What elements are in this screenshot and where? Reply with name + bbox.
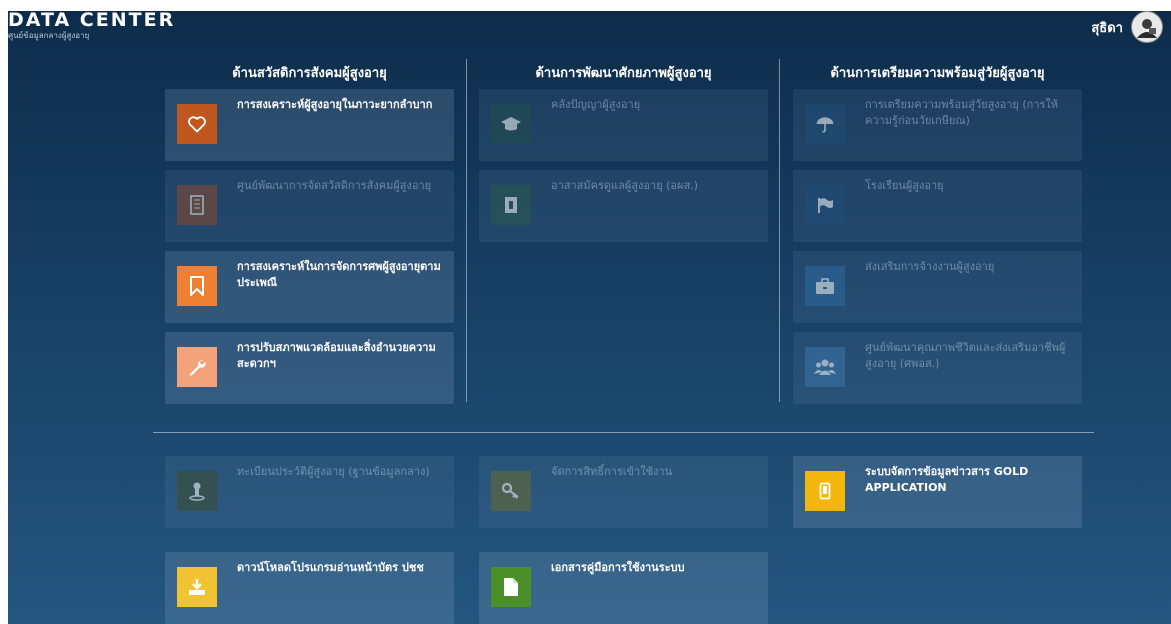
heart-icon — [177, 104, 217, 144]
card-label: ศูนย์พัฒนาการจัดสวัสดิการสังคมผู้สูงอายุ — [237, 179, 432, 192]
brand-logo[interactable]: DATA CENTER ศูนย์ข้อมูลกลางผู้สูงอายุ — [8, 11, 175, 40]
document-icon — [491, 567, 531, 607]
card-elderly-registry[interactable]: ทะเบียนประวัติผู้สูงอายุ (ฐานข้อมูลกลาง) — [165, 456, 454, 528]
briefcase-icon — [805, 266, 845, 306]
section-divider — [153, 432, 1094, 433]
card-gold-application[interactable]: ระบบจัดการข้อมูลข่าวสาร GOLD APPLICATION — [793, 456, 1082, 528]
card-label: การสงเคราะห์ผู้สูงอายุในภาวะยากลำบาก — [237, 98, 433, 111]
card-label: อาสาสมัครดูแลผู้สูงอายุ (อผส.) — [551, 179, 698, 192]
card-label: การสงเคราะห์ในการจัดการศพผู้สูงอายุตามปร… — [237, 260, 441, 289]
card-quality-of-life-center[interactable]: ศูนย์พัฒนาคุณภาพชีวิตและส่งเสริมอาชีพผู้… — [793, 332, 1082, 404]
card-knowledge-bank[interactable]: คลังปัญญาผู้สูงอายุ — [479, 89, 768, 161]
bookmark-icon — [177, 266, 217, 306]
flag-icon — [805, 185, 845, 225]
card-funeral-assistance[interactable]: การสงเคราะห์ในการจัดการศพผู้สูงอายุตามปร… — [165, 251, 454, 323]
card-label: ดาวน์โหลดโปรแกรมอ่านหน้าบัตร ปชช — [237, 561, 424, 574]
card-label: ทะเบียนประวัติผู้สูงอายุ (ฐานข้อมูลกลาง) — [237, 465, 430, 478]
card-label: ส่งเสริมการจ้างงานผู้สูงอายุ — [865, 260, 995, 273]
card-label: ศูนย์พัฒนาคุณภาพชีวิตและส่งเสริมอาชีพผู้… — [865, 341, 1066, 370]
user-menu[interactable]: สุธิดา — [1091, 11, 1163, 43]
card-label: การปรับสภาพแวดล้อมและสิ่งอำนวยความสะดวกฯ — [237, 341, 436, 370]
building-icon — [177, 185, 217, 225]
column-title-preparation: ด้านการเตรียมความพร้อมสู่วัยผู้สูงอายุ — [830, 66, 1045, 81]
card-label: โรงเรียนผู้สูงอายุ — [865, 179, 944, 192]
mobile-icon — [805, 471, 845, 511]
card-elderly-school[interactable]: โรงเรียนผู้สูงอายุ — [793, 170, 1082, 242]
card-welfare-center[interactable]: ศูนย์พัฒนาการจัดสวัสดิการสังคมผู้สูงอายุ — [165, 170, 454, 242]
card-access-rights[interactable]: จัดการสิทธิ์การเข้าใช้งาน — [479, 456, 768, 528]
column-title-development: ด้านการพัฒนาศักยภาพผู้สูงอายุ — [535, 66, 712, 81]
brand-subtitle: ศูนย์ข้อมูลกลางผู้สูงอายุ — [8, 31, 90, 40]
id-badge-icon — [491, 185, 531, 225]
card-label: การเตรียมความพร้อมสู่วัยสูงอายุ (การให้ค… — [865, 98, 1059, 127]
card-volunteers[interactable]: อาสาสมัครดูแลผู้สูงอายุ (อผส.) — [479, 170, 768, 242]
card-hardship-assistance[interactable]: การสงเคราะห์ผู้สูงอายุในภาวะยากลำบาก — [165, 89, 454, 161]
users-icon — [805, 347, 845, 387]
card-label: ระบบจัดการข้อมูลข่าวสาร GOLD APPLICATION — [865, 465, 1029, 494]
key-icon — [491, 471, 531, 511]
card-id-reader-download[interactable]: ดาวน์โหลดโปรแกรมอ่านหน้าบัตร ปชช — [165, 552, 454, 624]
card-employment-promotion[interactable]: ส่งเสริมการจ้างงานผู้สูงอายุ — [793, 251, 1082, 323]
column-divider — [779, 59, 780, 402]
avatar-image-icon — [1137, 19, 1157, 38]
user-name[interactable]: สุธิดา — [1091, 17, 1123, 38]
app-frame: DATA CENTER ศูนย์ข้อมูลกลางผู้สูงอายุ สุ… — [8, 11, 1171, 624]
brand-title: DATA CENTER — [8, 11, 176, 31]
card-label: จัดการสิทธิ์การเข้าใช้งาน — [551, 465, 673, 478]
card-user-manual[interactable]: เอกสารคู่มือการใช้งานระบบ — [479, 552, 768, 624]
wrench-icon — [177, 347, 217, 387]
card-label: เอกสารคู่มือการใช้งานระบบ — [551, 561, 685, 574]
person-pin-icon — [177, 471, 217, 511]
avatar[interactable] — [1131, 11, 1163, 43]
card-label: คลังปัญญาผู้สูงอายุ — [551, 98, 641, 111]
download-icon — [177, 567, 217, 607]
umbrella-icon — [805, 104, 845, 144]
card-environment-adjustment[interactable]: การปรับสภาพแวดล้อมและสิ่งอำนวยความสะดวกฯ — [165, 332, 454, 404]
graduation-cap-icon — [491, 104, 531, 144]
column-divider — [466, 59, 467, 402]
card-retirement-preparation[interactable]: การเตรียมความพร้อมสู่วัยสูงอายุ (การให้ค… — [793, 89, 1082, 161]
column-title-welfare: ด้านสวัสดิการสังคมผู้สูงอายุ — [232, 66, 387, 81]
